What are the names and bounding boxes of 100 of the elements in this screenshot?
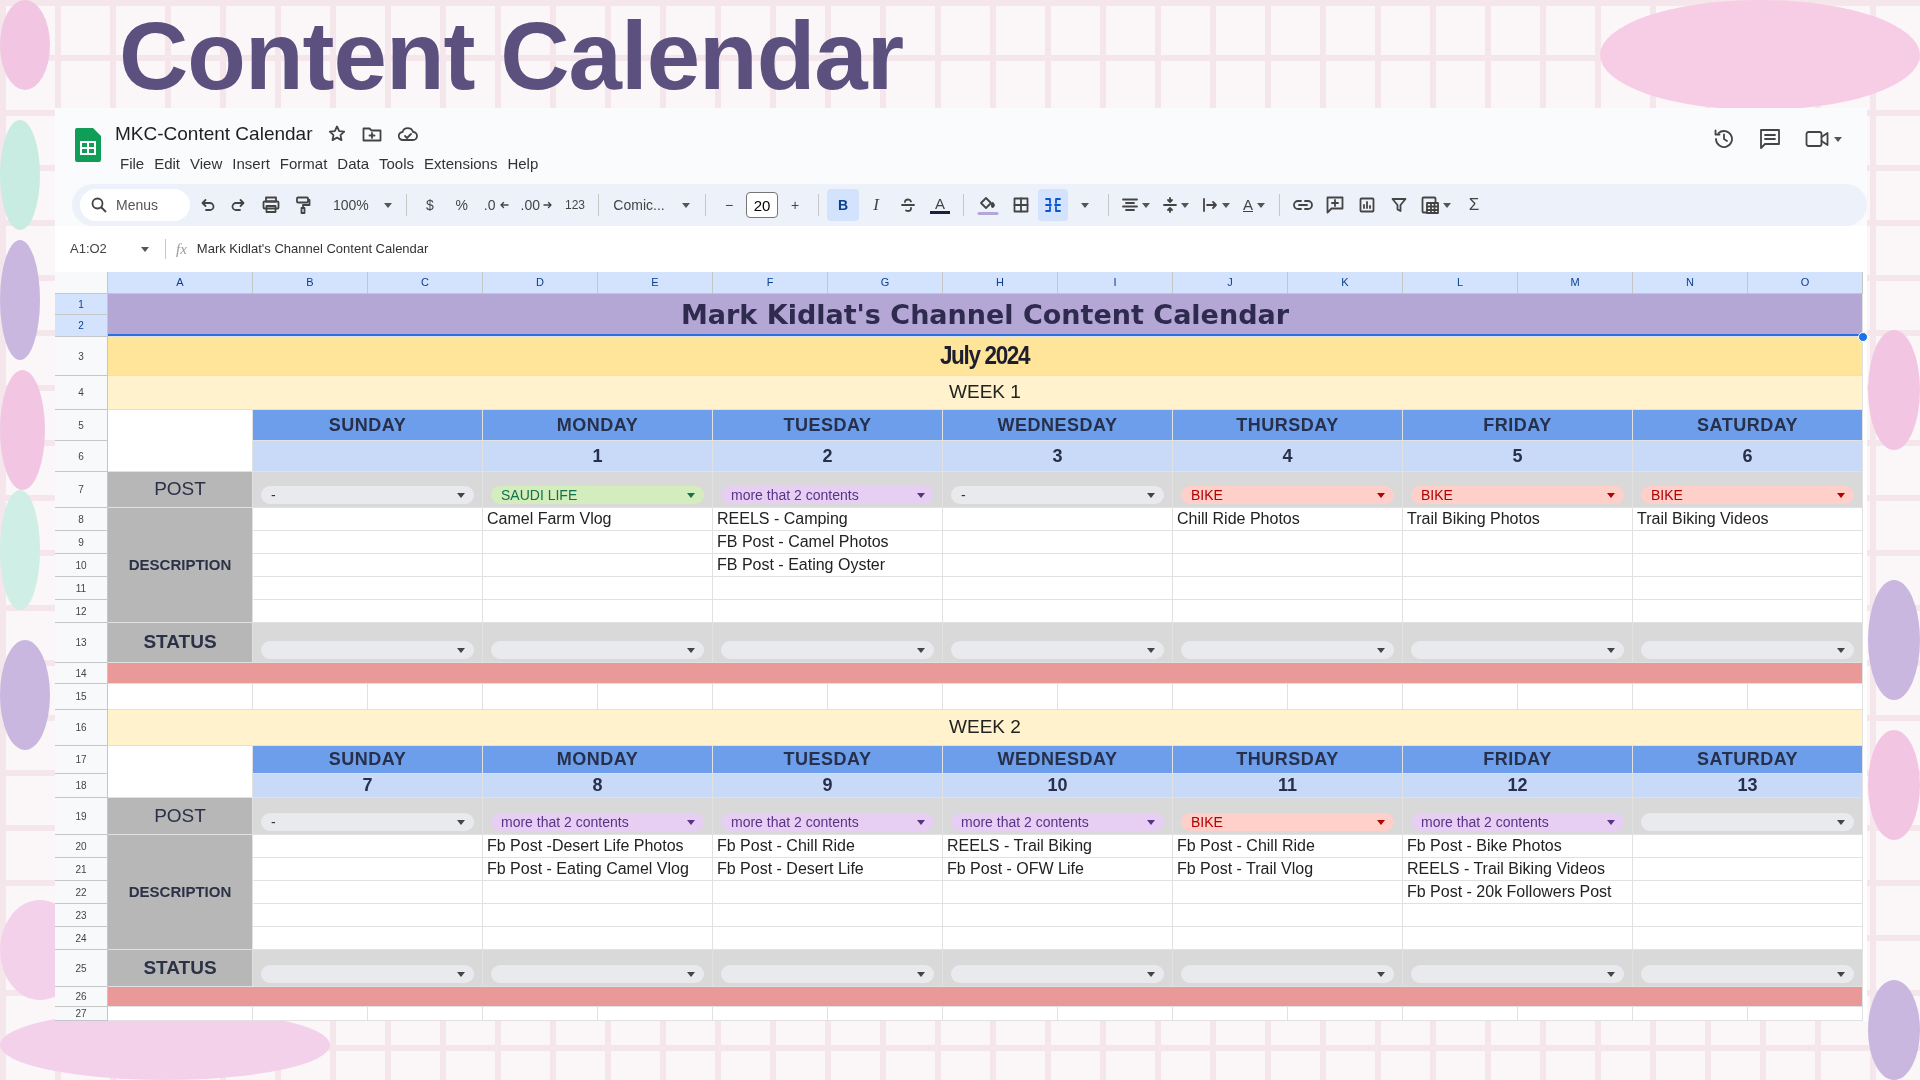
menu-item[interactable]: Insert <box>227 152 275 175</box>
row-header[interactable]: 1 <box>55 294 108 315</box>
column-header[interactable]: H <box>943 272 1058 294</box>
post-dropdown[interactable]: BIKE <box>1411 486 1624 504</box>
function-label: fx <box>176 239 187 259</box>
row-header[interactable]: 24 <box>55 927 108 950</box>
zoom-select[interactable]: 100% <box>328 189 398 221</box>
print-icon <box>262 196 280 214</box>
row-header[interactable]: 20 <box>55 835 108 858</box>
column-header[interactable]: A <box>108 272 253 294</box>
description-cell: REELS - Trail Biking <box>943 835 1173 858</box>
column-header[interactable]: D <box>483 272 598 294</box>
caret-icon <box>1080 201 1090 209</box>
day-name: TUESDAY <box>713 746 943 774</box>
row-header[interactable]: 17 <box>55 746 108 774</box>
column-header[interactable]: E <box>598 272 713 294</box>
caret-icon <box>1256 201 1266 209</box>
row-header[interactable]: 12 <box>55 600 108 623</box>
row-header[interactable]: 3 <box>55 337 108 376</box>
menu-item[interactable]: Extensions <box>419 152 503 175</box>
menu-item[interactable]: View <box>185 152 228 175</box>
history-icon[interactable] <box>1713 128 1735 150</box>
name-box[interactable]: A1:O2 <box>65 233 155 265</box>
post-dropdown[interactable]: more that 2 contents <box>951 813 1164 831</box>
row-header[interactable]: 7 <box>55 472 108 508</box>
column-header[interactable]: N <box>1633 272 1748 294</box>
column-header[interactable]: B <box>253 272 368 294</box>
post-dropdown[interactable]: - <box>951 486 1164 504</box>
column-header[interactable]: I <box>1058 272 1173 294</box>
column-header[interactable]: M <box>1518 272 1633 294</box>
row-header[interactable]: 5 <box>55 410 108 441</box>
column-header[interactable]: J <box>1173 272 1288 294</box>
paint-roller-icon <box>295 196 311 214</box>
column-header[interactable]: F <box>713 272 828 294</box>
row-header[interactable]: 13 <box>55 623 108 663</box>
date-cell: 9 <box>713 774 943 798</box>
text-color-button[interactable]: A <box>925 189 955 221</box>
row-header[interactable]: 25 <box>55 950 108 987</box>
post-dropdown[interactable]: BIKE <box>1181 486 1394 504</box>
document-title[interactable]: MKC-Content Calendar <box>115 120 313 149</box>
caret-icon <box>916 646 926 654</box>
sheets-logo-icon[interactable] <box>75 128 101 162</box>
menu-item[interactable]: Format <box>274 152 333 175</box>
row-header[interactable]: 21 <box>55 858 108 881</box>
video-call-icon[interactable] <box>1805 130 1829 148</box>
post-dropdown[interactable]: - <box>261 486 474 504</box>
row-header[interactable]: 11 <box>55 577 108 600</box>
increase-decimal-button[interactable]: .00 <box>515 189 558 221</box>
row-header[interactable]: 26 <box>55 987 108 1007</box>
decrease-decimal-button[interactable]: .0 <box>478 189 514 221</box>
merge-cells-button[interactable] <box>1038 189 1068 221</box>
post-dropdown[interactable]: more that 2 contents <box>491 813 704 831</box>
row-header[interactable]: 16 <box>55 710 108 746</box>
row-header[interactable]: 22 <box>55 881 108 904</box>
currency-button[interactable]: $ <box>414 189 445 221</box>
row-header[interactable]: 27 <box>55 1007 108 1021</box>
post-dropdown[interactable]: - <box>261 813 474 831</box>
row-header[interactable]: 4 <box>55 376 108 410</box>
row-header[interactable]: 10 <box>55 554 108 577</box>
italic-button[interactable]: I <box>861 189 891 221</box>
row-header[interactable]: 9 <box>55 531 108 554</box>
percent-button[interactable]: % <box>446 189 477 221</box>
menu-item[interactable]: Help <box>502 152 544 175</box>
row-header[interactable]: 8 <box>55 508 108 531</box>
row-header[interactable]: 15 <box>55 684 108 710</box>
text-rotation-button[interactable]: A <box>1238 189 1271 221</box>
number-format-button[interactable]: 123 <box>559 189 590 221</box>
row-header[interactable]: 2 <box>55 315 108 337</box>
row-header[interactable]: 6 <box>55 441 108 472</box>
menu-item[interactable]: Data <box>332 152 374 175</box>
font-size-field[interactable]: 20 <box>746 192 778 218</box>
cloud-icon[interactable] <box>398 127 419 142</box>
column-header[interactable]: O <box>1748 272 1863 294</box>
menu-item[interactable]: File <box>115 152 150 175</box>
post-dropdown[interactable]: more that 2 contents <box>721 813 934 831</box>
menu-item[interactable]: Edit <box>149 152 186 175</box>
day-name: FRIDAY <box>1403 410 1633 441</box>
row-header[interactable]: 19 <box>55 798 108 835</box>
row-header[interactable]: 18 <box>55 774 108 798</box>
menu-item[interactable]: Tools <box>374 152 420 175</box>
row-header[interactable]: 23 <box>55 904 108 927</box>
column-header[interactable]: G <box>828 272 943 294</box>
column-header[interactable]: C <box>368 272 483 294</box>
post-dropdown[interactable]: BIKE <box>1181 813 1394 831</box>
comment-icon[interactable] <box>1759 128 1781 150</box>
decrease-font-size-button[interactable]: − <box>714 189 744 221</box>
column-header[interactable]: L <box>1403 272 1518 294</box>
functions-button[interactable]: Σ <box>1459 189 1489 221</box>
increase-font-size-button[interactable]: + <box>780 189 810 221</box>
post-dropdown[interactable]: more that 2 contents <box>721 486 934 504</box>
folder-icon[interactable] <box>362 126 383 143</box>
post-dropdown[interactable]: BIKE <box>1641 486 1854 504</box>
post-dropdown[interactable]: SAUDI LIFE <box>491 486 704 504</box>
post-dropdown[interactable]: more that 2 contents <box>1411 813 1624 831</box>
star-icon[interactable] <box>328 125 347 144</box>
column-header[interactable]: K <box>1288 272 1403 294</box>
row-header[interactable]: 14 <box>55 663 108 684</box>
menu-search-field[interactable]: Menus <box>80 189 190 221</box>
bold-button[interactable]: B <box>827 189 859 221</box>
font-select[interactable]: Comic... <box>607 189 697 221</box>
